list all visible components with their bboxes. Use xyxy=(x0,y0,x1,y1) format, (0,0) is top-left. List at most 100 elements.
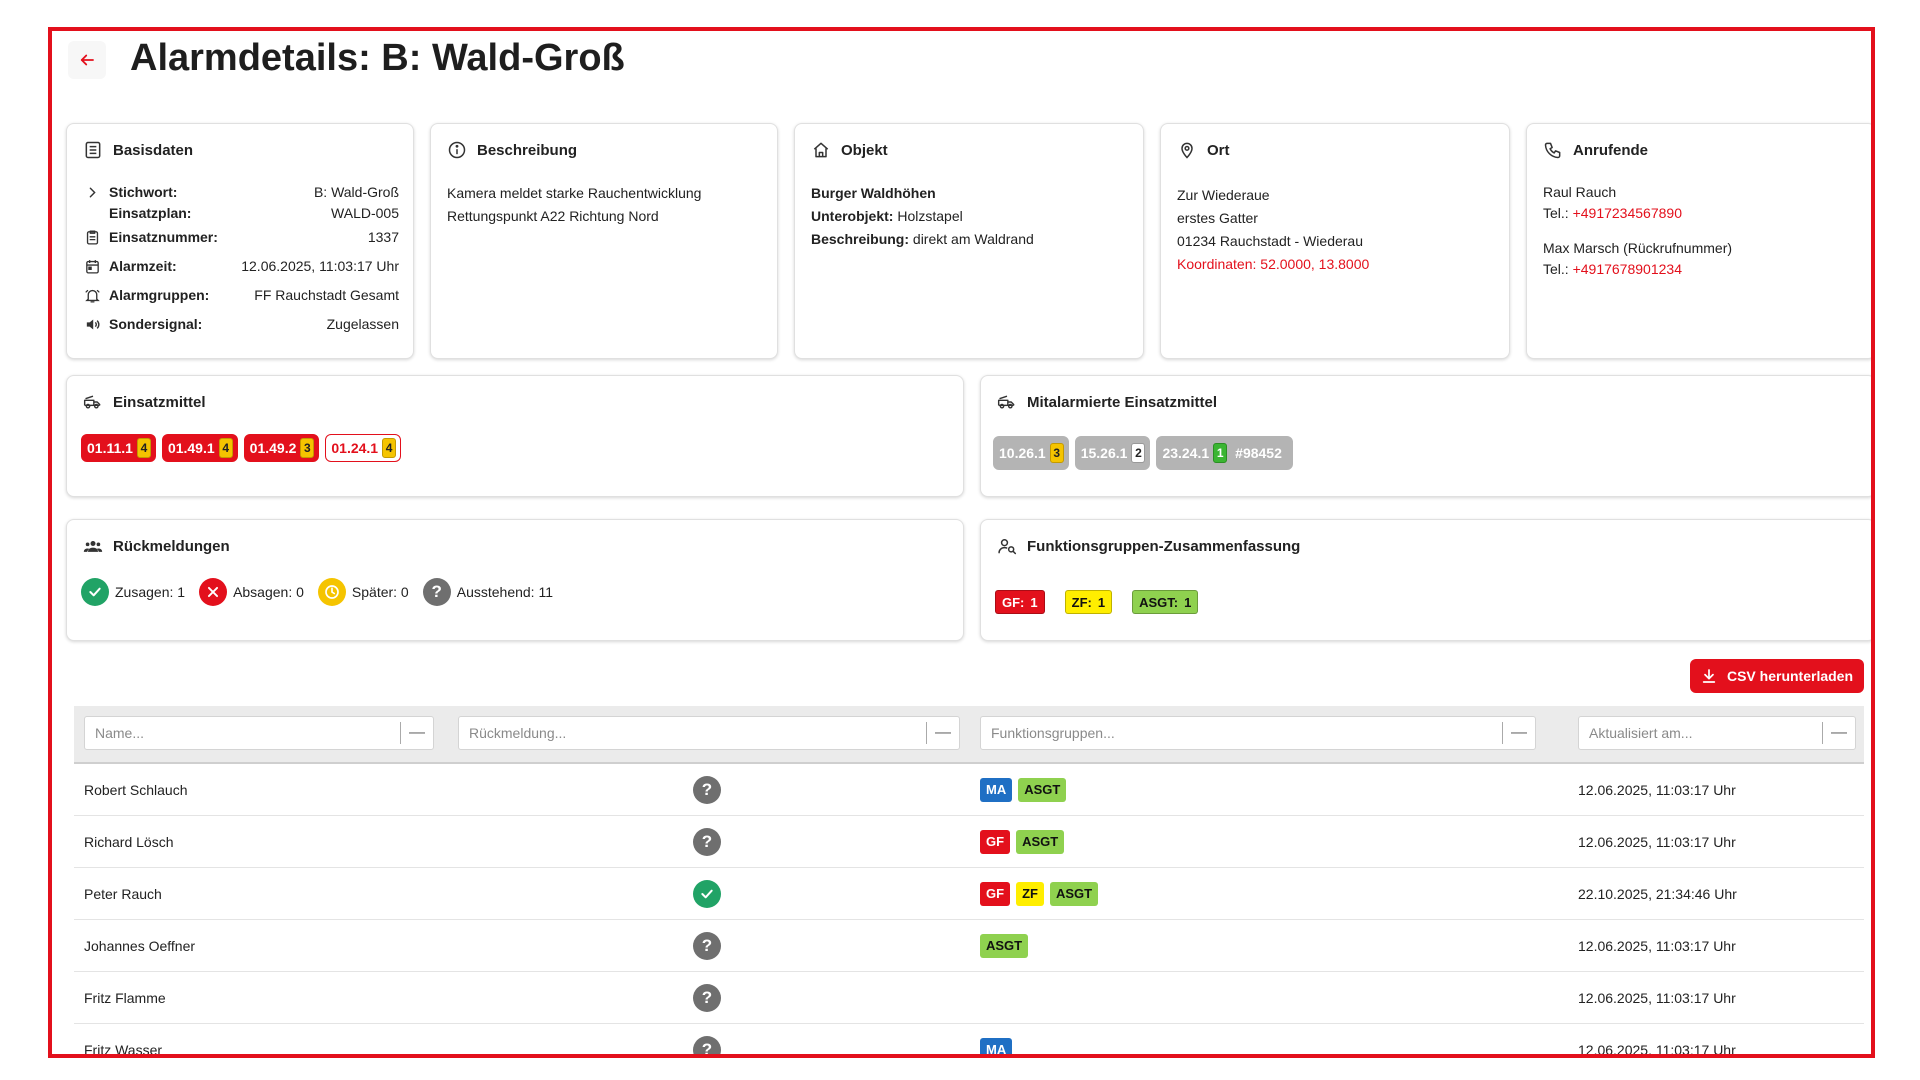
app-window: Alarmdetails: B: Wald-Groß Basisdaten St… xyxy=(48,27,1875,1058)
mitalarmiert-vehicle-chip[interactable]: 10.26.1 3 xyxy=(993,436,1069,470)
funktionsgruppen-filter-clear-button[interactable]: — xyxy=(1503,724,1535,742)
arrow-left-icon xyxy=(80,54,94,66)
einsatzmittel-card: Einsatzmittel 01.11.1 4 01.49.1 4 01.49.2 3 01… xyxy=(66,375,964,497)
aktualisiert-filter-clear-button[interactable]: — xyxy=(1823,724,1855,742)
vehicle-name: 01.11.1 xyxy=(87,440,133,456)
response-status-cell: ? xyxy=(693,972,721,1023)
fire-truck-icon xyxy=(83,392,103,412)
objekt-beschreibung-value: direkt am Waldrand xyxy=(912,231,1034,247)
caller-2-name: Max Marsch (Rückrufnummer) xyxy=(1543,240,1733,256)
basisdaten-heading: Basisdaten xyxy=(113,141,194,159)
funktionsgruppen-card: Funktionsgruppen-Zusammenfassung GF: 1 ZF:… xyxy=(980,519,1871,641)
bell-icon xyxy=(83,287,101,305)
vehicle-crew-count: 3 xyxy=(300,438,315,458)
responder-name: Fritz Wasser xyxy=(84,1041,163,1058)
caller-1-tel-label: Tel.: xyxy=(1543,205,1569,221)
basisdaten-label: Alarmzeit: xyxy=(109,258,177,274)
function-group-tag: GF xyxy=(980,829,1011,854)
caller-1-phone-link[interactable]: +4917234567890 xyxy=(1573,205,1682,221)
aktualisiert-filter-input[interactable] xyxy=(1587,724,1822,742)
back-button[interactable] xyxy=(68,41,106,79)
responder-name: Fritz Flamme xyxy=(84,989,166,1006)
response-status-cell: ? xyxy=(693,764,721,815)
vehicle-crew-count: 4 xyxy=(218,438,233,458)
table-row[interactable]: Robert Schlauch? MA ASGT 12.06.2025, 11:03:… xyxy=(74,764,1864,816)
funktionsgruppen-filter-input[interactable] xyxy=(989,724,1502,742)
rueckmeldungen-card: Rückmeldungen Zusagen: 1 Absagen: 0 Spät… xyxy=(66,519,964,641)
ort-card: Ort Zur Wiederaue erstes Gatter 01234 Ra… xyxy=(1160,123,1510,359)
vehicle-crew-count: 4 xyxy=(136,438,151,458)
ort-coordinates-link[interactable]: Koordinaten: 52.0000, 13.8000 xyxy=(1177,253,1495,276)
table-row[interactable]: Fritz Flamme? 12.06.2025, 11:03:17 Uhr xyxy=(74,972,1864,1024)
vehicle-name: 01.49.2 xyxy=(249,440,297,456)
basisdaten-row: Einsatzplan: WALD-005 xyxy=(83,203,399,223)
basisdaten-value: 12.06.2025, 11:03:17 Uhr xyxy=(241,258,399,274)
table-row[interactable]: Peter Rauch GF ZF ASGT 22.10.2025, 21:34:46 … xyxy=(74,868,1864,920)
mitalarmiert-heading: Mitalarmierte Einsatzmittel xyxy=(1027,393,1218,411)
basisdaten-value: Zugelassen xyxy=(326,316,399,332)
ort-heading: Ort xyxy=(1207,141,1230,159)
ausstehend-summary: ? Ausstehend: 11 xyxy=(422,578,553,606)
vehicle-crew-count: 3 xyxy=(1049,443,1064,463)
check-circle-icon xyxy=(693,879,721,908)
rueckmeldung-filter-input[interactable] xyxy=(467,724,926,742)
beschreibung-heading: Beschreibung xyxy=(477,141,578,159)
rueckmeldung-filter: — xyxy=(458,716,960,750)
vehicle-chip[interactable]: 01.11.1 4 xyxy=(81,434,156,462)
spaeter-label: Später: 0 xyxy=(351,584,409,600)
zusagen-label: Zusagen: 1 xyxy=(115,584,186,600)
function-group-label: GF: xyxy=(1002,594,1025,610)
function-groups-cell: GF ZF ASGT xyxy=(980,868,1104,919)
name-filter-clear-button[interactable]: — xyxy=(401,724,433,742)
function-group-count: 1 xyxy=(1030,594,1038,610)
function-group-tag: MA xyxy=(980,1037,1013,1054)
name-filter-input[interactable] xyxy=(93,724,400,742)
basisdaten-value: B: Wald-Groß xyxy=(313,183,399,200)
vehicle-name: 15.26.1 xyxy=(1080,445,1128,461)
updated-at: 12.06.2025, 11:03:17 Uhr xyxy=(1578,937,1736,954)
vehicle-name: 23.24.1 xyxy=(1162,445,1210,461)
vehicle-crew-count: 4 xyxy=(382,438,397,458)
download-icon xyxy=(1702,669,1716,683)
table-row[interactable]: Johannes Oeffner? ASGT 12.06.2025, 11:03:1… xyxy=(74,920,1864,972)
responders-table: — — — — Robert Schlauch?MAASGT12.06.2025… xyxy=(74,706,1864,1058)
page-title: Alarmdetails: B: Wald-Groß xyxy=(130,37,625,79)
table-row[interactable]: Richard Lösch? GF ASGT 12.06.2025, 11:03:17… xyxy=(74,816,1864,868)
vehicle-chip[interactable]: 01.24.1 4 xyxy=(325,434,402,462)
fire-truck-icon xyxy=(997,392,1017,412)
phone-icon xyxy=(1543,140,1563,160)
table-row[interactable]: Fritz Wasser? MA 12.06.2025, 11:03:17 Uhr xyxy=(74,1024,1864,1058)
speaker-icon xyxy=(83,316,101,334)
function-group-tag: ASGT xyxy=(1049,881,1099,906)
function-group-tag: GF xyxy=(980,881,1011,906)
rueckmeldung-filter-clear-button[interactable]: — xyxy=(927,724,959,742)
vehicle-chip[interactable]: 01.49.1 4 xyxy=(161,434,238,462)
responder-name: Johannes Oeffner xyxy=(84,937,196,954)
ausstehend-label: Ausstehend: 11 xyxy=(456,584,553,600)
caller-2-phone-link[interactable]: +4917678901234 xyxy=(1573,261,1682,277)
basisdaten-card: Basisdaten Stichwort: B: Wald-Groß Einsatz… xyxy=(66,123,414,359)
function-group-label: ZF: xyxy=(1071,594,1092,610)
vehicle-extra-id: #98452 xyxy=(1235,445,1282,461)
vehicle-chip[interactable]: 01.49.2 3 xyxy=(243,434,320,462)
response-status-cell: ? xyxy=(693,816,721,867)
objekt-name: Burger Waldhöhen xyxy=(811,185,936,201)
map-pin-icon xyxy=(1177,140,1197,160)
check-circle-icon xyxy=(81,578,109,606)
home-icon xyxy=(811,140,831,160)
csv-download-button[interactable]: CSV herunterladen xyxy=(1690,659,1864,693)
basisdaten-label: Alarmgruppen: xyxy=(109,287,210,303)
function-group-tag: ASGT xyxy=(1016,829,1065,854)
mitalarmiert-vehicle-chip[interactable]: 23.24.1 1 #98452 xyxy=(1156,436,1293,470)
response-status-cell xyxy=(693,868,721,919)
info-icon xyxy=(447,140,467,160)
mitalarmiert-card: Mitalarmierte Einsatzmittel 10.26.1 3 15.2… xyxy=(980,375,1871,497)
objekt-heading: Objekt xyxy=(841,141,888,159)
mitalarmiert-vehicle-chip[interactable]: 15.26.1 2 xyxy=(1074,436,1151,470)
updated-at: 12.06.2025, 11:03:17 Uhr xyxy=(1578,989,1736,1006)
basisdaten-label: Einsatznummer: xyxy=(109,229,218,245)
responder-name: Richard Lösch xyxy=(84,833,174,850)
updated-at: 22.10.2025, 21:34:46 Uhr xyxy=(1578,885,1737,902)
ort-line-2: erstes Gatter xyxy=(1177,210,1258,226)
unterobjekt-label: Unterobjekt: xyxy=(811,208,894,224)
